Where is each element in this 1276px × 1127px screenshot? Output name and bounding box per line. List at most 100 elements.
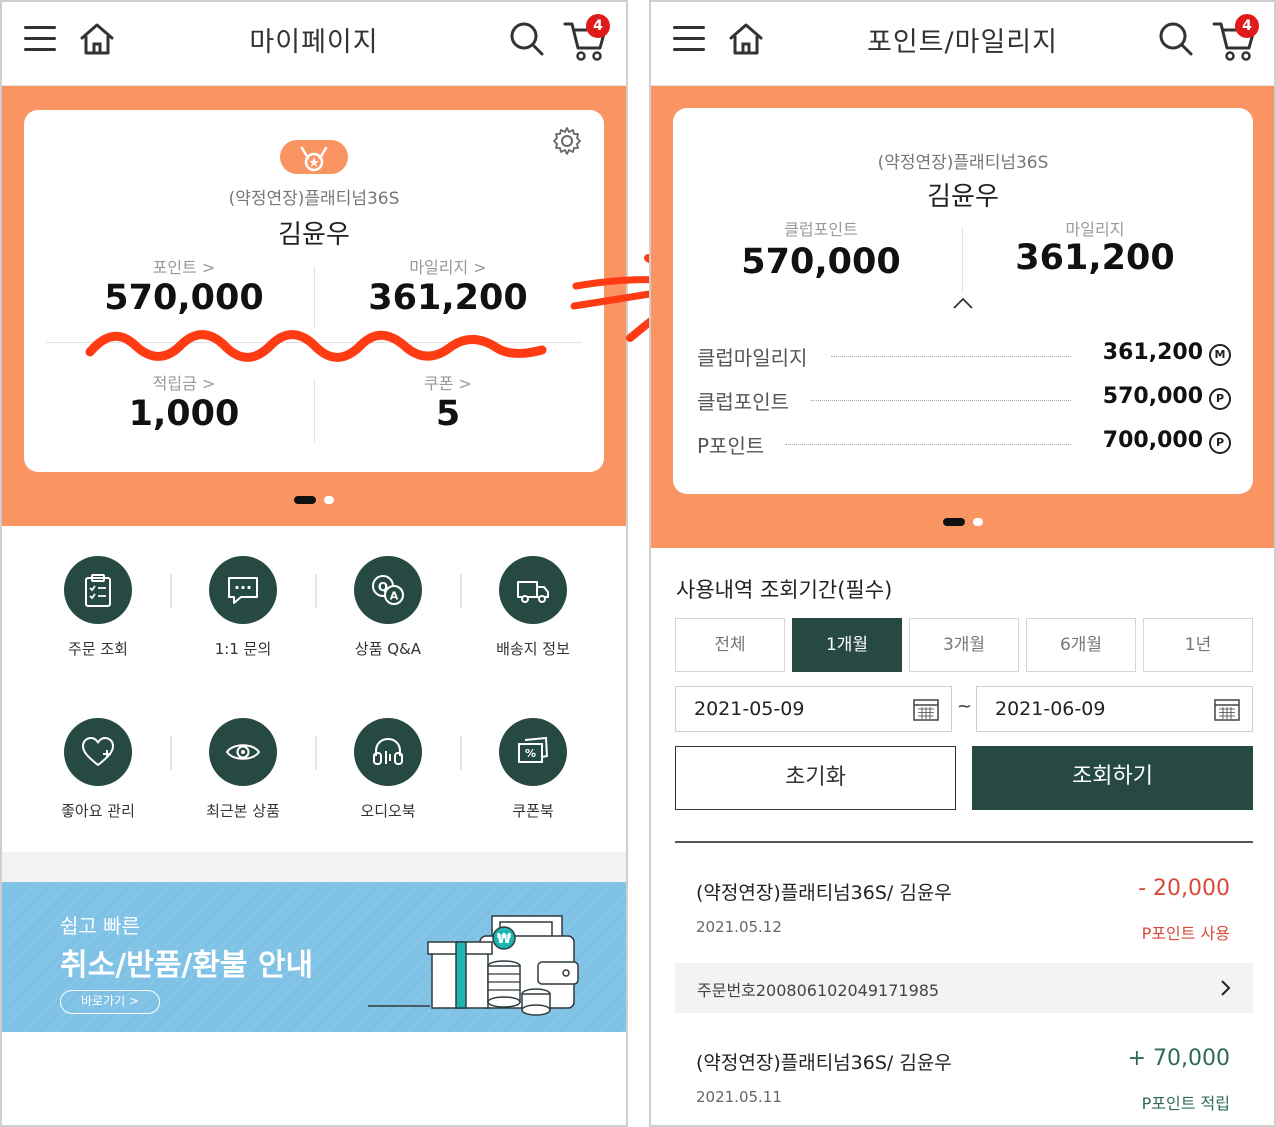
tab-all[interactable]: 전체 bbox=[675, 618, 785, 672]
club-point-row-value: 570,000 bbox=[1102, 384, 1203, 409]
membership-grade: (약정연장)플래티넘36S bbox=[877, 153, 1049, 173]
grid-divider bbox=[170, 574, 172, 608]
start-date-field[interactable]: 2021-05-09 bbox=[675, 686, 952, 732]
menu-recently-viewed[interactable]: 최근본 상품 bbox=[178, 718, 308, 821]
point-mileage-screen: 포인트/마일리지 4 (약정연장)플래티넘36S 김윤우 클럽포인트 570,0… bbox=[649, 0, 1276, 1127]
banner-go-button[interactable]: 바로가기 > bbox=[60, 990, 160, 1014]
medal-icon bbox=[280, 140, 348, 174]
chevron-right-icon bbox=[1221, 980, 1231, 996]
app-header: 포인트/마일리지 4 bbox=[651, 2, 1274, 86]
section-spacer bbox=[2, 852, 626, 882]
date-range-tilde: ~ bbox=[957, 696, 973, 717]
menu-shipping-info[interactable]: 배송지 정보 bbox=[468, 556, 598, 659]
history-item-amount: - 20,000 bbox=[1138, 876, 1230, 901]
grid-divider bbox=[315, 574, 317, 608]
menu-likes[interactable]: 좋아요 관리 bbox=[33, 718, 163, 821]
cart-count-badge: 4 bbox=[1235, 14, 1259, 38]
tab-1-year[interactable]: 1년 bbox=[1143, 618, 1253, 672]
reserve-value: 1,000 bbox=[128, 394, 240, 434]
coupon-icon: % bbox=[518, 736, 549, 763]
stat-divider bbox=[314, 266, 315, 328]
heart-icon bbox=[82, 737, 114, 766]
mileage-link[interactable]: 마일리지 > bbox=[348, 254, 548, 278]
stat-divider bbox=[314, 380, 315, 442]
menu-order-inquiry[interactable]: 주문 조회 bbox=[33, 556, 163, 659]
grid-divider bbox=[315, 736, 317, 770]
membership-area: (약정연장)플래티넘36S 김윤우 클럽포인트 570,000 마일리지 361… bbox=[651, 86, 1274, 548]
settings-gear-icon[interactable] bbox=[552, 126, 582, 156]
menu-couponbook[interactable]: % 쿠폰북 bbox=[468, 718, 598, 821]
headphones-icon bbox=[373, 737, 403, 765]
calendar-icon[interactable] bbox=[1214, 697, 1240, 721]
dotted-leader bbox=[831, 356, 1071, 357]
point-unit-icon: P bbox=[1209, 388, 1231, 410]
club-point-value: 570,000 bbox=[741, 242, 901, 282]
tab-6-months[interactable]: 6개월 bbox=[1026, 618, 1136, 672]
history-top-divider bbox=[675, 841, 1253, 843]
grid-divider bbox=[460, 736, 462, 770]
carousel-indicator[interactable] bbox=[943, 518, 987, 528]
user-name: 김윤우 bbox=[927, 182, 999, 212]
club-mileage-label: 클럽마일리지 bbox=[697, 346, 808, 370]
reset-button[interactable]: 초기화 bbox=[675, 746, 956, 810]
mileage-value: 361,200 bbox=[368, 278, 528, 318]
svg-text:A: A bbox=[390, 590, 399, 603]
points-value: 570,000 bbox=[104, 278, 264, 318]
club-point-label: 클럽포인트 bbox=[784, 220, 858, 239]
search-icon[interactable] bbox=[1157, 20, 1195, 58]
grid-divider bbox=[170, 736, 172, 770]
history-item-title: (약정연장)플래티넘36S/ 김윤우 bbox=[696, 1052, 952, 1074]
club-mileage-value: 361,200 bbox=[1102, 340, 1203, 365]
history-item-date: 2021.05.11 bbox=[696, 1088, 782, 1106]
club-point-row-label: 클럽포인트 bbox=[697, 390, 789, 414]
clipboard-icon bbox=[85, 574, 111, 607]
coupon-value: 5 bbox=[435, 394, 461, 434]
chat-bubble-icon bbox=[228, 577, 258, 604]
qa-icon: Q A bbox=[372, 575, 404, 605]
grid-divider bbox=[460, 574, 462, 608]
history-item-date: 2021.05.12 bbox=[696, 918, 782, 936]
menu-product-qa[interactable]: Q A 상품 Q&A bbox=[323, 556, 453, 659]
app-header: 마이페이지 4 bbox=[2, 2, 626, 86]
banner-subtitle: 쉽고 빠른 bbox=[60, 914, 140, 938]
mileage-unit-icon: M bbox=[1209, 344, 1231, 366]
period-section-title: 사용내역 조회기간(필수) bbox=[676, 578, 893, 602]
membership-area: (약정연장)플래티넘36S 김윤우 포인트 > 570,000 마일리지 > 3… bbox=[2, 86, 626, 526]
truck-icon bbox=[517, 581, 549, 603]
dotted-leader bbox=[811, 400, 1071, 401]
coupon-link[interactable]: 쿠폰 > bbox=[348, 370, 548, 394]
svg-text:%: % bbox=[525, 747, 536, 760]
history-item-title: (약정연장)플래티넘36S/ 김윤우 bbox=[696, 882, 952, 904]
banner-title: 취소/반품/환불 안내 bbox=[60, 948, 314, 983]
user-name: 김윤우 bbox=[278, 220, 350, 250]
menu-one-to-one-inquiry[interactable]: 1:1 문의 bbox=[178, 556, 308, 659]
chevron-up-icon[interactable] bbox=[951, 296, 975, 310]
cart-count-badge: 4 bbox=[586, 14, 610, 38]
membership-card: (약정연장)플래티넘36S 김윤우 포인트 > 570,000 마일리지 > 3… bbox=[24, 110, 604, 472]
history-item-type: P포인트 적립 bbox=[1141, 1094, 1230, 1113]
membership-card: (약정연장)플래티넘36S 김윤우 클럽포인트 570,000 마일리지 361… bbox=[673, 108, 1253, 494]
calendar-icon[interactable] bbox=[913, 697, 939, 721]
order-number-row[interactable]: 주문번호200806102049171985 bbox=[675, 963, 1253, 1013]
search-icon[interactable] bbox=[508, 20, 546, 58]
end-date-field[interactable]: 2021-06-09 bbox=[976, 686, 1253, 732]
mileage-label: 마일리지 bbox=[1065, 220, 1125, 239]
menu-audiobook[interactable]: 오디오북 bbox=[323, 718, 453, 821]
gift-wallet-coins-illustration: ₩ bbox=[368, 915, 579, 1016]
mypage-screen: 마이페이지 4 (약정연장)플래티넘36S 김윤우 포인트 > 570,000 … bbox=[0, 0, 628, 1127]
tab-1-month[interactable]: 1개월 bbox=[792, 618, 902, 672]
history-item-amount: + 70,000 bbox=[1127, 1046, 1230, 1071]
points-link[interactable]: 포인트 > bbox=[84, 254, 284, 278]
carousel-indicator[interactable] bbox=[294, 496, 338, 506]
search-button[interactable]: 조회하기 bbox=[972, 746, 1253, 810]
point-unit-icon: P bbox=[1209, 432, 1231, 454]
membership-grade: (약정연장)플래티넘36S bbox=[228, 189, 400, 209]
p-point-label: P포인트 bbox=[697, 434, 765, 458]
tab-3-months[interactable]: 3개월 bbox=[909, 618, 1019, 672]
dotted-leader bbox=[785, 444, 1071, 445]
reserve-link[interactable]: 적립금 > bbox=[84, 370, 284, 394]
refund-guide-banner[interactable]: 쉽고 빠른 취소/반품/환불 안내 바로가기 > ₩ bbox=[2, 882, 626, 1032]
order-number: 주문번호200806102049171985 bbox=[697, 981, 940, 1000]
eye-icon bbox=[225, 744, 261, 760]
svg-text:₩: ₩ bbox=[497, 932, 512, 947]
